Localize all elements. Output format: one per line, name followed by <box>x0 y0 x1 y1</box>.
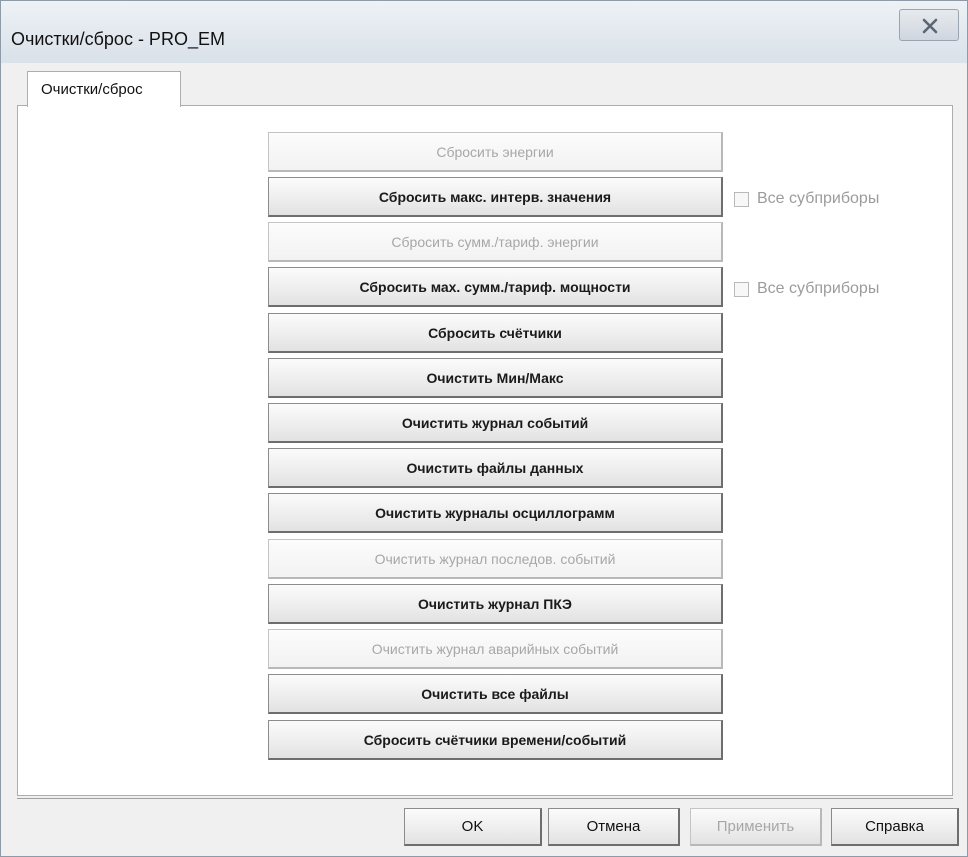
clear-pq-log-button[interactable]: Очистить журнал ПКЭ <box>268 584 723 624</box>
reset-max-interval-values-button[interactable]: Сбросить макс. интерв. значения <box>268 177 723 217</box>
all-subdevices-checkbox-row-1[interactable]: Все субприборы <box>734 188 879 210</box>
all-subdevices-checkbox[interactable] <box>734 191 749 207</box>
window-title: Очистки/сброс - PRO_EM <box>11 29 225 49</box>
all-subdevices-checkbox[interactable] <box>734 281 749 297</box>
footer-divider <box>17 798 953 799</box>
reset-dialog: Очистки/сброс - PRO_EM Очистки/сброс Сбр… <box>0 0 968 857</box>
reset-max-total-tariff-power-button[interactable]: Сбросить мах. сумм./тариф. мощности <box>268 267 723 307</box>
clear-waveform-logs-button[interactable]: Очистить журналы осциллограмм <box>268 493 723 533</box>
reset-energy-button[interactable]: Сбросить энергии <box>268 132 723 172</box>
reset-total-tariff-energy-button[interactable]: Сбросить сумм./тариф. энергии <box>268 222 723 262</box>
tab-clear-reset[interactable]: Очистки/сброс <box>27 71 181 107</box>
clear-data-files-button[interactable]: Очистить файлы данных <box>268 448 723 488</box>
close-x-icon <box>922 18 938 34</box>
clear-min-max-button[interactable]: Очистить Мин/Макс <box>268 358 723 398</box>
checkbox-label: Все субприборы <box>757 190 880 207</box>
tab-label: Очистки/сброс <box>41 81 143 98</box>
all-subdevices-checkbox-row-2[interactable]: Все субприборы <box>734 278 879 300</box>
help-button[interactable]: Справка <box>831 808 959 846</box>
clear-sequence-event-log-button[interactable]: Очистить журнал последов. событий <box>268 539 723 579</box>
reset-counters-button[interactable]: Сбросить счётчики <box>268 313 723 353</box>
ok-button[interactable]: OK <box>404 808 542 846</box>
clear-event-log-button[interactable]: Очистить журнал событий <box>268 403 723 443</box>
apply-button[interactable]: Применить <box>690 808 822 846</box>
clear-alarm-event-log-button[interactable]: Очистить журнал аварийных событий <box>268 629 723 669</box>
checkbox-label: Все субприборы <box>757 280 880 297</box>
clear-all-files-button[interactable]: Очистить все файлы <box>268 674 723 714</box>
reset-time-event-counters-button[interactable]: Сбросить счётчики времени/событий <box>268 720 723 760</box>
cancel-button[interactable]: Отмена <box>548 808 680 846</box>
close-button[interactable] <box>899 9 959 41</box>
title-bar: Очистки/сброс - PRO_EM <box>1 1 967 63</box>
